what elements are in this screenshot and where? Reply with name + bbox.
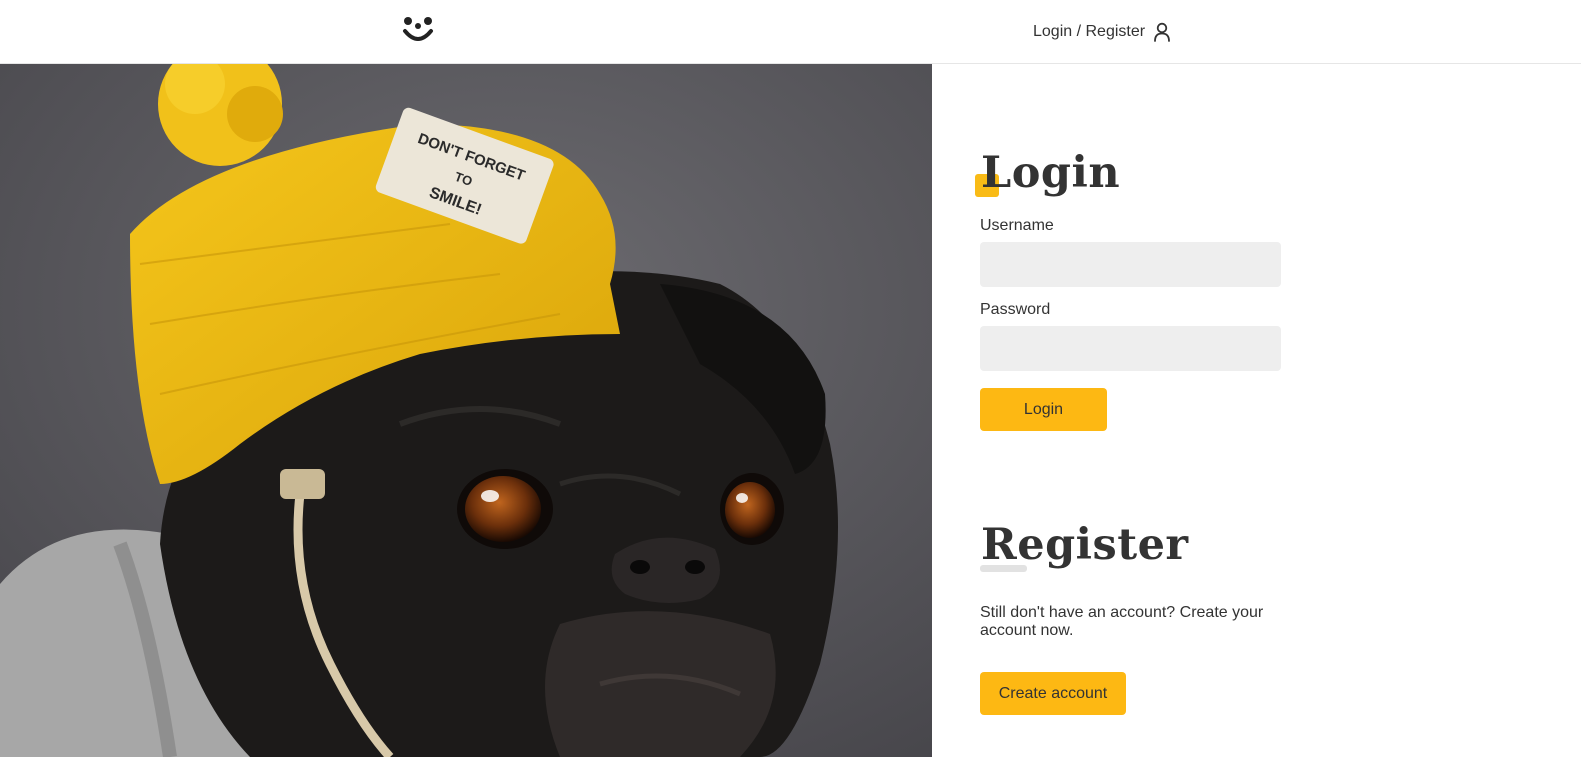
login-register-label[interactable]: Login / Register (1033, 23, 1145, 41)
register-description: Still don't have an account? Create your… (980, 604, 1264, 639)
auth-panel: Login Username Password Login Register S… (932, 64, 1581, 757)
login-button[interactable]: Login (980, 388, 1107, 431)
bear-face-icon[interactable] (402, 15, 434, 45)
username-input[interactable] (980, 242, 1281, 287)
login-title: Login (981, 148, 1121, 198)
top-header: Login / Register (0, 0, 1581, 64)
password-label: Password (980, 301, 1051, 318)
username-label: Username (980, 217, 1054, 234)
user-icon[interactable] (1153, 22, 1171, 42)
create-account-button[interactable]: Create account (980, 672, 1126, 715)
login-register-link[interactable]: Login / Register (1033, 20, 1171, 44)
hero-image-pug: DON'T FORGET TO SMILE! (0, 64, 932, 757)
register-title-underline (980, 565, 1027, 572)
register-title: Register (981, 520, 1189, 570)
password-input[interactable] (980, 326, 1281, 371)
